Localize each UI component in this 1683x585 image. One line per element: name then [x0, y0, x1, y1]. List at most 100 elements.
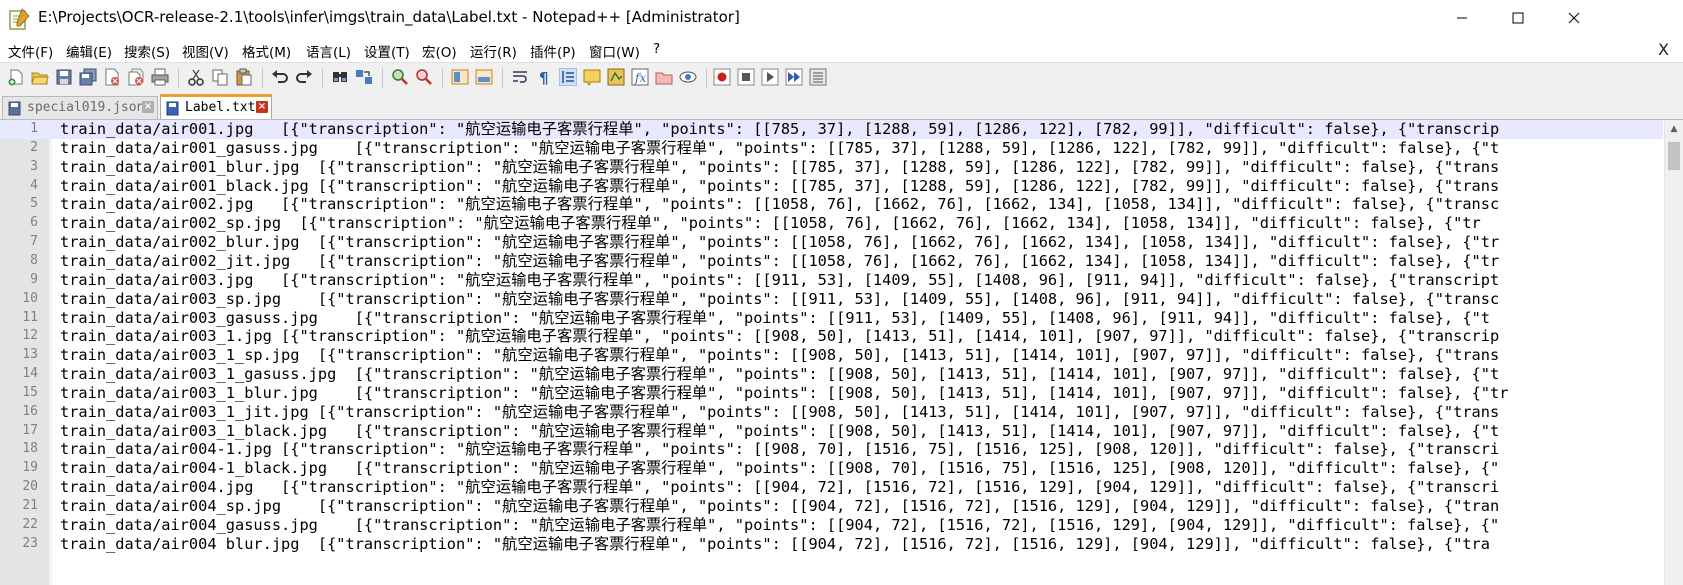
print-icon[interactable]: [151, 68, 169, 86]
code-line[interactable]: 5 train_data/air002.jpg [{"transcription"…: [0, 195, 1663, 214]
code-line[interactable]: 9 train_data/air003.jpg [{"transcription"…: [0, 271, 1663, 290]
code-line[interactable]: 4 train_data/air001_black.jpg [{"transcri…: [0, 177, 1663, 196]
code-line[interactable]: 19 train_data/air004-1_black.jpg [{"trans…: [0, 459, 1663, 478]
open-file-icon[interactable]: [31, 68, 49, 86]
code-line[interactable]: 21 train_data/air004_sp.jpg [{"transcript…: [0, 497, 1663, 516]
menu-format[interactable]: 格式(M): [242, 41, 291, 61]
code-line[interactable]: 20 train_data/air004.jpg [{"transcription…: [0, 478, 1663, 497]
code-text[interactable]: train_data/air004_sp.jpg [{"transcriptio…: [60, 497, 1499, 516]
stop-macro-icon[interactable]: [737, 68, 755, 86]
doc-map-icon[interactable]: [607, 68, 625, 86]
indent-guide-icon[interactable]: [559, 68, 577, 86]
show-all-chars-icon[interactable]: ¶: [535, 68, 553, 86]
zoom-out-icon[interactable]: [415, 68, 433, 86]
close-all-icon[interactable]: [127, 68, 145, 86]
code-line[interactable]: 3 train_data/air001_blur.jpg [{"transcrip…: [0, 158, 1663, 177]
zoom-in-icon[interactable]: [391, 68, 409, 86]
code-line[interactable]: 13 train_data/air003_1_sp.jpg [{"transcri…: [0, 346, 1663, 365]
code-line[interactable]: 18 train_data/air004-1.jpg [{"transcripti…: [0, 440, 1663, 459]
menu-run[interactable]: 运行(R): [470, 41, 517, 61]
code-text[interactable]: train_data/air004.jpg [{"transcription":…: [60, 478, 1499, 497]
record-macro-icon[interactable]: [713, 68, 731, 86]
function-list-icon[interactable]: fx: [631, 68, 649, 86]
code-text[interactable]: train_data/air001_gasuss.jpg [{"transcri…: [60, 139, 1499, 158]
code-text[interactable]: train_data/air002_jit.jpg [{"transcripti…: [60, 252, 1499, 271]
code-line[interactable]: 6 train_data/air002_sp.jpg [{"transcripti…: [0, 214, 1663, 233]
code-text[interactable]: train_data/air003_1_blur.jpg [{"transcri…: [60, 384, 1508, 403]
close-file-icon[interactable]: [103, 68, 121, 86]
code-text[interactable]: train_data/air002.jpg [{"transcription":…: [60, 195, 1499, 214]
code-line[interactable]: 11 train_data/air003_gasuss.jpg [{"transc…: [0, 309, 1663, 328]
paste-icon[interactable]: [235, 68, 253, 86]
copy-icon[interactable]: [211, 68, 229, 86]
play-macro-icon[interactable]: [761, 68, 779, 86]
sync-horizontal-icon[interactable]: [475, 68, 493, 86]
menu-language[interactable]: 语言(L): [306, 41, 351, 61]
close-document-button[interactable]: X: [1658, 40, 1669, 59]
find-icon[interactable]: [331, 68, 349, 86]
monitoring-icon[interactable]: [679, 68, 697, 86]
code-line[interactable]: 7 train_data/air002_blur.jpg [{"transcrip…: [0, 233, 1663, 252]
minimize-button[interactable]: [1434, 0, 1490, 36]
code-line[interactable]: 23 train_data/air004 blur.jpg [{"transcri…: [0, 535, 1663, 554]
cut-icon[interactable]: [187, 68, 205, 86]
code-text[interactable]: train_data/air003.jpg [{"transcription":…: [60, 271, 1499, 290]
save-macro-icon[interactable]: [809, 68, 827, 86]
code-text[interactable]: train_data/air004 blur.jpg [{"transcript…: [60, 535, 1490, 554]
save-all-icon[interactable]: [79, 68, 97, 86]
code-text[interactable]: train_data/air001_blur.jpg [{"transcript…: [60, 158, 1499, 177]
scrollbar-thumb[interactable]: [1668, 142, 1680, 170]
code-line[interactable]: 10 train_data/air003_sp.jpg [{"transcript…: [0, 290, 1663, 309]
maximize-button[interactable]: [1490, 0, 1546, 36]
code-line[interactable]: 14 train_data/air003_1_gasuss.jpg [{"tran…: [0, 365, 1663, 384]
user-language-icon[interactable]: [583, 68, 601, 86]
code-text[interactable]: train_data/air003_sp.jpg [{"transcriptio…: [60, 290, 1499, 309]
code-line[interactable]: 17 train_data/air003_1_black.jpg [{"trans…: [0, 422, 1663, 441]
run-macro-multiple-icon[interactable]: [785, 68, 803, 86]
code-text[interactable]: train_data/air003_gasuss.jpg [{"transcri…: [60, 309, 1490, 328]
scroll-up-icon[interactable]: ▲: [1665, 120, 1683, 138]
code-line[interactable]: 16 train_data/air003_1_jit.jpg [{"transcr…: [0, 403, 1663, 422]
sync-vertical-icon[interactable]: [451, 68, 469, 86]
code-line[interactable]: 15 train_data/air003_1_blur.jpg [{"transc…: [0, 384, 1663, 403]
code-text[interactable]: train_data/air003_1.jpg [{"transcription…: [60, 327, 1499, 346]
menu-view[interactable]: 视图(V): [182, 41, 229, 61]
tab-close-button[interactable]: ×: [256, 101, 268, 113]
code-text[interactable]: train_data/air003_1_black.jpg [{"transcr…: [60, 422, 1499, 441]
code-line[interactable]: 22 train_data/air004_gasuss.jpg [{"transc…: [0, 516, 1663, 535]
code-line[interactable]: 12 train_data/air003_1.jpg [{"transcripti…: [0, 327, 1663, 346]
code-text[interactable]: train_data/air004-1_black.jpg [{"transcr…: [60, 459, 1499, 478]
code-text[interactable]: train_data/air004-1.jpg [{"transcription…: [60, 440, 1499, 459]
folder-workspace-icon[interactable]: [655, 68, 673, 86]
save-icon[interactable]: [55, 68, 73, 86]
code-text[interactable]: train_data/air001_black.jpg [{"transcrip…: [60, 177, 1499, 196]
menu-plugins[interactable]: 插件(P): [530, 41, 576, 61]
close-window-button[interactable]: [1546, 0, 1602, 36]
code-lines[interactable]: 1 train_data/air001.jpg [{"transcription"…: [0, 120, 1663, 585]
tab-close-button[interactable]: ×: [142, 101, 154, 113]
vertical-scrollbar[interactable]: ▲: [1664, 120, 1683, 585]
code-line[interactable]: 2 train_data/air001_gasuss.jpg [{"transcr…: [0, 139, 1663, 158]
code-line[interactable]: 1 train_data/air001.jpg [{"transcription"…: [0, 120, 1663, 139]
undo-icon[interactable]: [271, 68, 289, 86]
code-text[interactable]: train_data/air001.jpg [{"transcription":…: [60, 120, 1499, 139]
menu-macro[interactable]: 宏(O): [422, 41, 457, 61]
editor[interactable]: 1 train_data/air001.jpg [{"transcription"…: [0, 119, 1683, 585]
code-text[interactable]: train_data/air003_1_jit.jpg [{"transcrip…: [60, 403, 1499, 422]
code-text[interactable]: train_data/air002_blur.jpg [{"transcript…: [60, 233, 1499, 252]
menu-settings[interactable]: 设置(T): [364, 41, 410, 61]
menu-search[interactable]: 搜索(S): [124, 41, 170, 61]
code-text[interactable]: train_data/air003_1_gasuss.jpg [{"transc…: [60, 365, 1499, 384]
code-line[interactable]: 8 train_data/air002_jit.jpg [{"transcript…: [0, 252, 1663, 271]
menu-help[interactable]: ?: [653, 41, 660, 57]
code-text[interactable]: train_data/air004_gasuss.jpg [{"transcri…: [60, 516, 1499, 535]
code-text[interactable]: train_data/air003_1_sp.jpg [{"transcript…: [60, 346, 1499, 365]
replace-icon[interactable]: [355, 68, 373, 86]
redo-icon[interactable]: [295, 68, 313, 86]
code-text[interactable]: train_data/air002_sp.jpg [{"transcriptio…: [60, 214, 1481, 233]
menu-file[interactable]: 文件(F): [8, 41, 53, 61]
tab-special019-json[interactable]: special019.json ×: [2, 96, 158, 120]
new-file-icon[interactable]: [7, 68, 25, 86]
menu-window[interactable]: 窗口(W): [589, 41, 640, 61]
tab-label-txt[interactable]: Label.txt ×: [160, 94, 272, 122]
